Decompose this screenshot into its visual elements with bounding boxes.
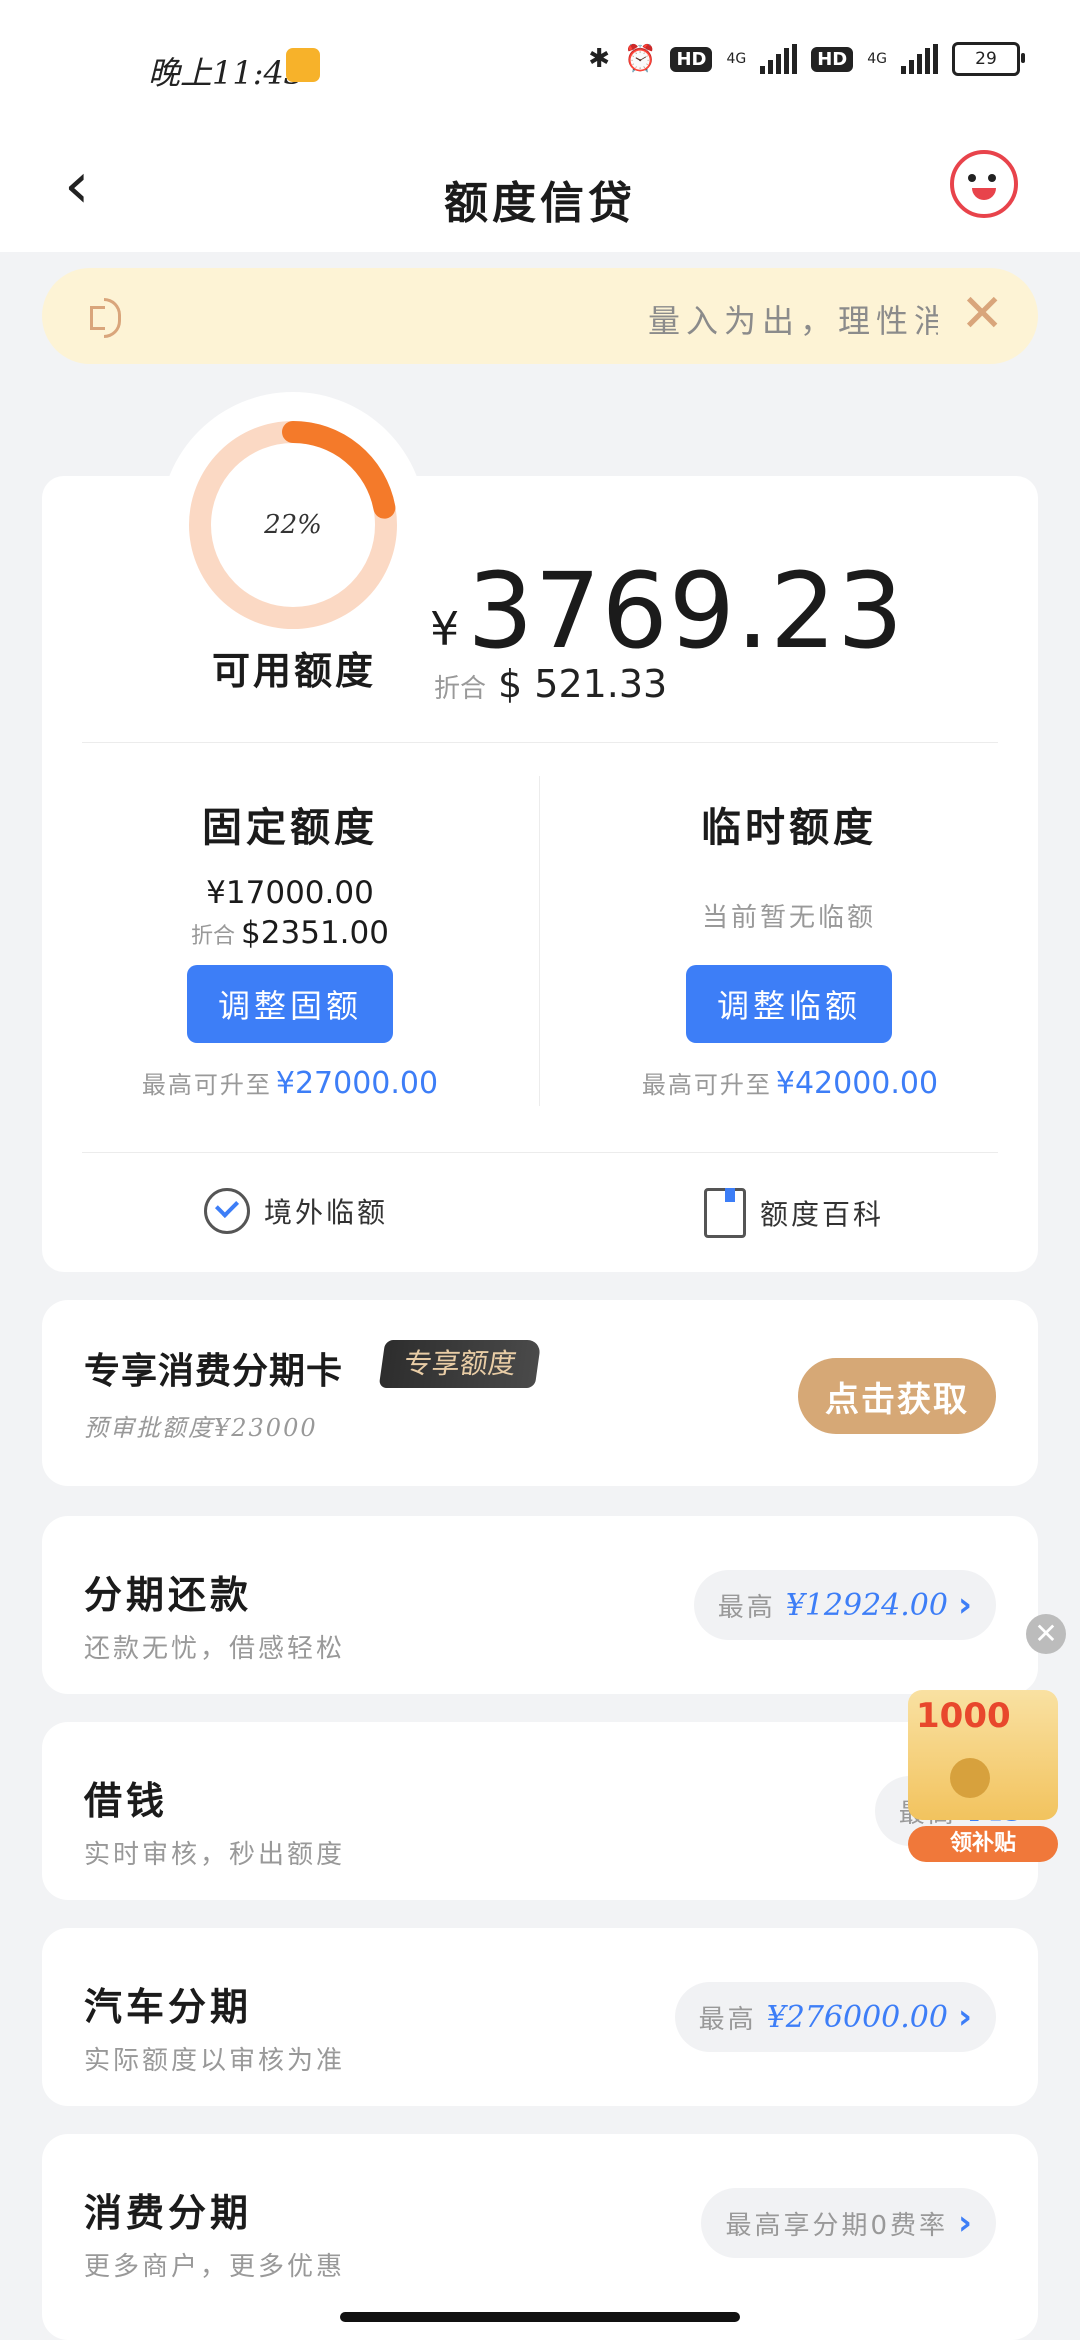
hd-icon: HD xyxy=(670,46,713,72)
get-card-button[interactable]: 点击获取 xyxy=(798,1358,996,1434)
usd-value: $ 521.33 xyxy=(498,662,668,706)
notice-banner: 量入为出，理性消费 ✕ xyxy=(42,268,1038,364)
exclusive-tag: 专享额度 xyxy=(378,1340,542,1388)
promo-amount: 1000 xyxy=(916,1696,1011,1736)
currency-symbol: ¥ xyxy=(430,602,460,656)
product-card-consumer-installment[interactable]: 消费分期 更多商户，更多优惠 最高享分期0费率 › xyxy=(42,2134,1038,2340)
nav-bar: ‹ 额度信贷 xyxy=(0,125,1080,252)
notice-text: 量入为出，理性消费 xyxy=(648,302,938,340)
product-desc: 更多商户，更多优惠 xyxy=(84,2252,346,2282)
product-card-car-installment[interactable]: 汽车分期 实际额度以审核为准 最高 ¥276000.00 › xyxy=(42,1928,1038,2106)
promo-close-icon[interactable]: ✕ xyxy=(1026,1614,1066,1654)
fixed-usd-label: 折合 xyxy=(191,924,236,949)
product-name: 借钱 xyxy=(84,1778,169,1823)
status-bar: 晚上11:43 ✱ ⏰ HD 4G HD 4G 29 xyxy=(0,0,1080,125)
alarm-icon: ⏰ xyxy=(624,44,657,74)
home-indicator[interactable] xyxy=(340,2312,740,2322)
product-name: 消费分期 xyxy=(84,2190,253,2235)
network-label-2: 4G xyxy=(867,51,887,67)
divider-vertical xyxy=(539,776,540,1106)
chevron-right-icon: › xyxy=(957,1585,972,1625)
max-label: 最高 xyxy=(698,2004,757,2035)
claim-subsidy-button[interactable]: 领补贴 xyxy=(908,1826,1058,1862)
usage-percent: 22% xyxy=(264,510,322,540)
usage-donut: 22% xyxy=(160,392,426,658)
exclusive-installment-card: 专享消费分期卡 专享额度 预审批额度¥23000 点击获取 xyxy=(42,1300,1038,1486)
chevron-right-icon: › xyxy=(957,1997,972,2037)
coin-icon xyxy=(950,1758,990,1798)
divider xyxy=(82,742,998,743)
subsidy-promo-widget[interactable]: 1000 领补贴 xyxy=(880,1680,1080,1866)
signal-icon-2 xyxy=(901,44,938,74)
fixed-limit-section: 固定额度 ¥17000.00 折合 $2351.00 xyxy=(110,795,470,951)
product-max-pill[interactable]: 最高享分期0费率 › xyxy=(701,2188,996,2258)
exclusive-title: 专享消费分期卡 xyxy=(84,1351,344,1392)
status-time: 晚上11:43 xyxy=(148,54,305,92)
available-credit-label: 可用额度 xyxy=(212,648,377,693)
abroad-temp-limit-link[interactable]: 境外临额 xyxy=(204,1188,388,1234)
available-credit-amount: ¥ 3769.23 xyxy=(430,550,904,672)
fixed-max-value: ¥27000.00 xyxy=(275,1066,439,1101)
product-desc: 实时审核，秒出额度 xyxy=(84,1840,346,1870)
book-icon xyxy=(704,1188,746,1238)
speaker-icon xyxy=(90,296,130,338)
abroad-icon xyxy=(204,1188,250,1234)
battery-icon: 29 xyxy=(952,42,1025,76)
wiki-link-label: 额度百科 xyxy=(760,1198,885,1231)
temp-limit-title: 临时额度 xyxy=(701,804,877,851)
max-label: 最高 xyxy=(717,1592,776,1623)
message-notification-icon xyxy=(286,48,320,82)
temp-limit-section: 临时额度 当前暂无临额 xyxy=(609,795,969,934)
network-label-1: 4G xyxy=(726,51,747,67)
usd-equivalent: 折合 $ 521.33 xyxy=(434,662,667,706)
credit-wiki-link[interactable]: 额度百科 xyxy=(704,1188,884,1238)
temp-max-value: ¥42000.00 xyxy=(775,1066,939,1101)
close-icon[interactable]: ✕ xyxy=(960,286,1004,342)
temp-max-line: 最高可升至 ¥42000.00 xyxy=(570,1065,1010,1101)
chevron-right-icon: › xyxy=(957,2203,972,2243)
product-desc: 实际额度以审核为准 xyxy=(84,2046,346,2076)
page-title: 额度信贷 xyxy=(444,178,636,229)
usd-label: 折合 xyxy=(434,674,487,704)
fixed-limit-usd: 折合 $2351.00 xyxy=(110,915,470,951)
signal-icon xyxy=(760,44,798,74)
temp-max-label: 最高可升至 xyxy=(641,1071,772,1099)
fixed-max-line: 最高可升至 ¥27000.00 xyxy=(70,1065,510,1101)
max-value: ¥12924.00 xyxy=(785,1587,948,1623)
status-icons: ✱ ⏰ HD 4G HD 4G 29 xyxy=(588,42,1025,76)
product-max-pill[interactable]: 最高 ¥12924.00 › xyxy=(693,1570,996,1640)
exclusive-subtitle: 预审批额度¥23000 xyxy=(84,1414,318,1442)
product-card-installment-repay[interactable]: 分期还款 还款无忧，借感轻松 最高 ¥12924.00 › xyxy=(42,1516,1038,1694)
product-desc: 还款无忧，借感轻松 xyxy=(84,1634,346,1664)
adjust-temp-limit-button[interactable]: 调整临额 xyxy=(686,965,892,1043)
product-max-pill[interactable]: 最高 ¥276000.00 › xyxy=(674,1982,996,2052)
battery-level: 29 xyxy=(975,49,997,69)
divider xyxy=(82,1152,998,1153)
adjust-fixed-limit-button[interactable]: 调整固额 xyxy=(187,965,393,1043)
abroad-link-label: 境外临额 xyxy=(264,1196,389,1229)
fixed-max-label: 最高可升至 xyxy=(141,1071,272,1099)
customer-service-mascot-icon[interactable] xyxy=(950,150,1018,218)
product-name: 汽车分期 xyxy=(84,1984,253,2029)
max-value: ¥276000.00 xyxy=(766,1999,948,2035)
bluetooth-icon: ✱ xyxy=(588,44,611,74)
product-name: 分期还款 xyxy=(84,1572,253,1617)
hd-icon-2: HD xyxy=(811,46,854,72)
max-label: 最高享分期0费率 xyxy=(725,2210,948,2241)
fixed-usd-value: $2351.00 xyxy=(241,915,389,951)
fixed-limit-amount: ¥17000.00 xyxy=(206,875,374,911)
fixed-limit-title: 固定额度 xyxy=(202,804,378,851)
available-credit-value: 3769.23 xyxy=(467,550,905,672)
temp-limit-none: 当前暂无临额 xyxy=(701,903,876,933)
